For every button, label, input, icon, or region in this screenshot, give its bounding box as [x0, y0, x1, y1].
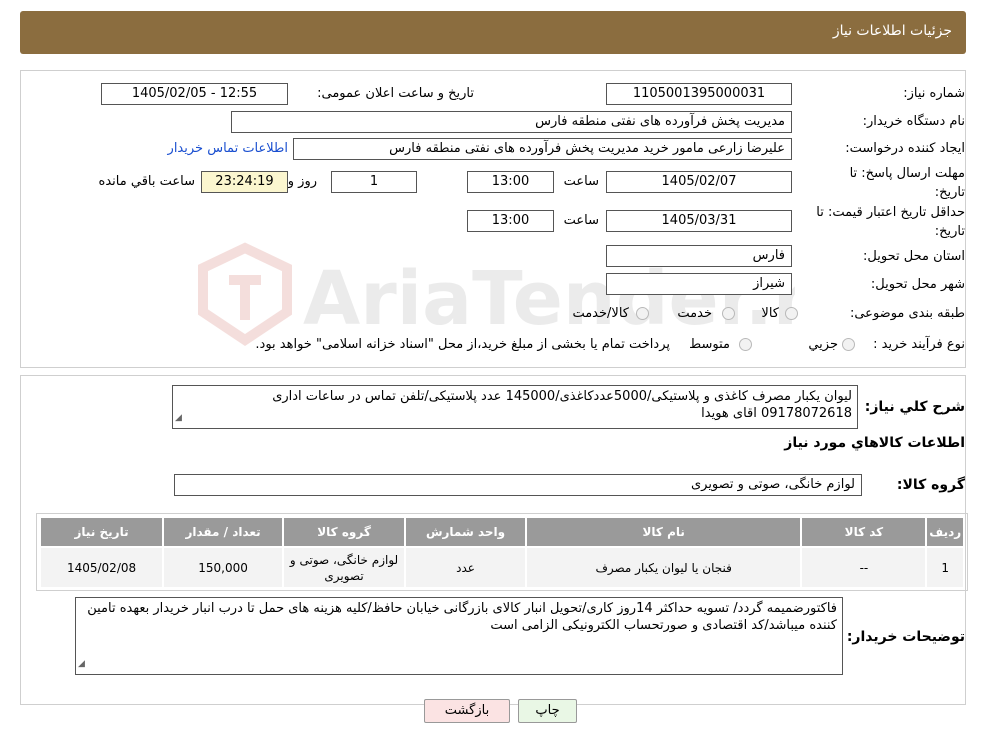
col-goods-group: گروه کالا: [282, 516, 407, 548]
cell-row-number: 1: [925, 546, 965, 589]
col-unit: واحد شمارش: [404, 516, 528, 548]
process-medium-label: متوسط: [689, 337, 730, 352]
category-service-label: خدمت: [677, 306, 712, 321]
buyer-org-label: نام دستگاه خریدار:: [862, 114, 965, 129]
deadline-date-field: 1405/02/07: [606, 171, 792, 193]
col-goods-name: نام کالا: [525, 516, 803, 548]
cell-quantity: 150,000: [162, 546, 285, 589]
province-field: فارس: [606, 245, 792, 267]
page-title: جزئیات اطلاعات نیاز: [832, 23, 952, 39]
province-label: استان محل تحویل:: [863, 249, 965, 264]
category-goods-label: کالا: [761, 306, 779, 321]
city-field: شیراز: [606, 273, 792, 295]
col-quantity: تعداد / مقدار: [162, 516, 285, 548]
back-button[interactable]: بازگشت: [424, 699, 510, 723]
buyer-org-field: مدیریت پخش فرآورده های نفتی منطقه فارس: [231, 111, 792, 133]
days-label: روز و: [287, 174, 317, 189]
buyer-notes-label: توضیحات خریدار:: [846, 629, 965, 645]
process-medium-radio[interactable]: [739, 338, 752, 351]
requester-label: ایجاد کننده درخواست:: [845, 141, 965, 156]
remaining-days-field: 1: [331, 171, 417, 193]
deadline-time-field: 13:00: [467, 171, 554, 193]
col-need-date: تاریخ نیاز: [38, 516, 165, 548]
deadline-time-label: ساعت: [563, 174, 599, 189]
cell-goods-name: فنجان یا لیوان یکبار مصرف: [525, 546, 803, 589]
announce-label: تاریخ و ساعت اعلان عمومی:: [317, 86, 474, 101]
need-number-label: شماره نیاز:: [903, 86, 965, 101]
buyer-notes-text: فاکتورضمیمه گردد/ تسویه حداکثر 14روز کار…: [87, 601, 837, 633]
process-minor-label: جزیي: [808, 337, 838, 352]
city-label: شهر محل تحویل:: [870, 277, 965, 292]
summary-label: شرح کلي نياز:: [864, 399, 965, 415]
category-service-radio[interactable]: [722, 307, 735, 320]
page-header: جزئیات اطلاعات نیاز: [20, 11, 966, 54]
goods-group-field: لوازم خانگی، صوتی و تصویری: [174, 474, 862, 496]
category-goods-radio[interactable]: [785, 307, 798, 320]
process-label: نوع فرآیند خرید :: [873, 337, 965, 352]
cell-goods-group: لوازم خانگی، صوتی و تصویری: [282, 546, 407, 589]
table-row: 1 -- فنجان یا لیوان یکبار مصرف عدد لوازم…: [38, 546, 965, 589]
validity-label: حداقل تاریخ اعتبار قیمت: تا: [816, 205, 965, 220]
need-number-field: 1105001395000031: [606, 83, 792, 105]
resize-handle-icon[interactable]: ◢: [78, 656, 85, 673]
buyer-notes-textarea[interactable]: فاکتورضمیمه گردد/ تسویه حداکثر 14روز کار…: [75, 597, 843, 675]
deadline-label: مهلت ارسال پاسخ: تا: [849, 166, 965, 181]
goods-table: ردیف کد کالا نام کالا واحد شمارش گروه کا…: [38, 516, 965, 589]
col-row-number: ردیف: [925, 516, 965, 548]
deadline-label-date: تاریخ:: [934, 185, 965, 200]
remaining-label: ساعت باقي مانده: [98, 174, 195, 189]
validity-date-field: 1405/03/31: [606, 210, 792, 232]
summary-text: لیوان یکبار مصرف کاغذی و پلاستیکی/5000عد…: [272, 389, 852, 421]
goods-section-title: اطلاعات کالاهاي مورد نياز: [784, 435, 965, 451]
goods-group-label: گروه کالا:: [896, 477, 965, 493]
table-header-row: ردیف کد کالا نام کالا واحد شمارش گروه کا…: [38, 516, 965, 548]
process-minor-radio[interactable]: [842, 338, 855, 351]
buyer-contact-link[interactable]: اطلاعات تماس خریدار: [168, 141, 288, 156]
category-goods-service-label: کالا/خدمت: [572, 306, 629, 321]
category-goods-service-radio[interactable]: [636, 307, 649, 320]
validity-time-label: ساعت: [563, 213, 599, 228]
resize-handle-icon[interactable]: ◢: [175, 410, 182, 427]
category-label: طبقه بندی موضوعی:: [849, 306, 965, 321]
cell-need-date: 1405/02/08: [38, 546, 165, 589]
announce-datetime-field: 1405/02/05 - 12:55: [101, 83, 288, 105]
process-note: پرداخت تمام یا بخشی از مبلغ خرید،از محل …: [255, 337, 670, 352]
remaining-time-field: 23:24:19: [201, 171, 288, 193]
summary-textarea[interactable]: لیوان یکبار مصرف کاغذی و پلاستیکی/5000عد…: [172, 385, 858, 429]
col-goods-code: کد کالا: [800, 516, 928, 548]
print-button[interactable]: چاپ: [518, 699, 577, 723]
validity-time-field: 13:00: [467, 210, 554, 232]
requester-field: علیرضا زارعی مامور خرید مدیریت پخش فرآور…: [293, 138, 792, 160]
cell-goods-code: --: [800, 546, 928, 589]
validity-label-date: تاریخ:: [934, 224, 965, 239]
cell-unit: عدد: [404, 546, 528, 589]
